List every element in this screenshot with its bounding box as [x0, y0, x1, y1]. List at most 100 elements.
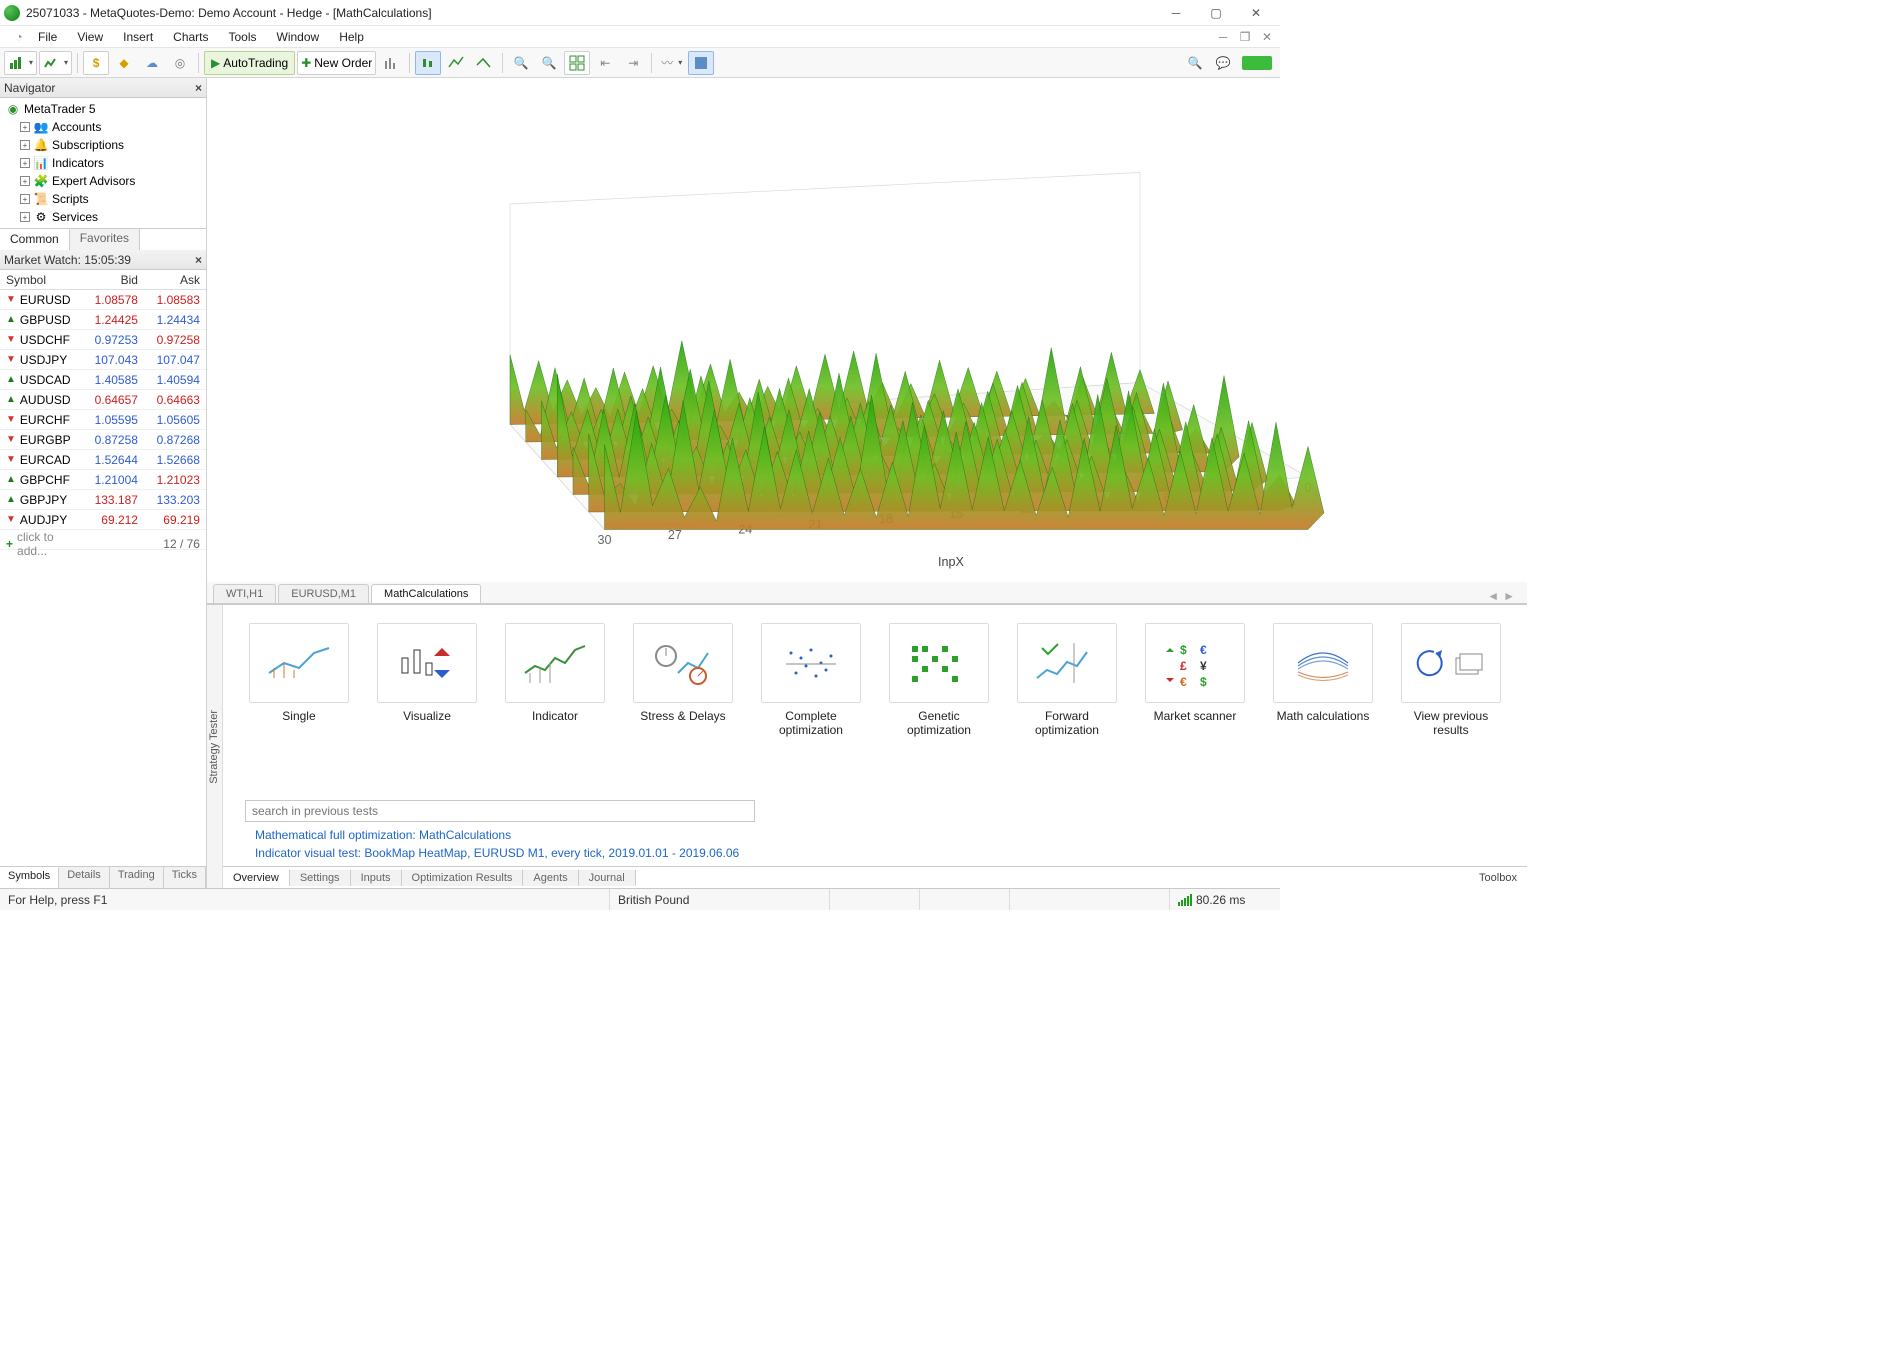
shift-end-button[interactable]: ⇥	[620, 51, 646, 75]
mw-add-row[interactable]: +click to add... 12 / 76	[0, 530, 206, 550]
chart-type-line-button[interactable]	[443, 51, 469, 75]
expand-icon[interactable]: +	[20, 194, 30, 204]
tester-tab-inputs[interactable]: Inputs	[351, 870, 402, 886]
tile-forward-optimization[interactable]: Forward optimization	[1013, 623, 1121, 739]
new-order-button[interactable]: ✚ New Order	[297, 51, 376, 75]
tile-math-calculations[interactable]: Math calculations	[1269, 623, 1377, 739]
mw-row-usdjpy[interactable]: ▼USDJPY107.043107.047	[0, 350, 206, 370]
menu-window[interactable]: Window	[267, 28, 330, 46]
minimize-button[interactable]: ─	[1156, 1, 1196, 25]
mdi-restore-icon[interactable]: ❐	[1238, 30, 1252, 44]
tester-tab-results[interactable]: Optimization Results	[402, 870, 524, 886]
menu-view[interactable]: View	[67, 28, 113, 46]
mw-row-eurchf[interactable]: ▼EURCHF1.055951.05605	[0, 410, 206, 430]
tile-genetic-optimization[interactable]: Genetic optimization	[885, 623, 993, 739]
tester-link-2[interactable]: Indicator visual test: BookMap HeatMap, …	[255, 846, 1505, 860]
mw-row-gbpjpy[interactable]: ▲GBPJPY133.187133.203	[0, 490, 206, 510]
zoom-out-button[interactable]: 🔍	[536, 51, 562, 75]
nav-item-scripts[interactable]: +📜Scripts	[2, 190, 206, 208]
mw-tab-details[interactable]: Details	[59, 867, 110, 888]
maximize-button[interactable]: ▢	[1196, 1, 1236, 25]
nav-item-accounts[interactable]: +👥Accounts	[2, 118, 206, 136]
mw-row-audjpy[interactable]: ▼AUDJPY69.21269.219	[0, 510, 206, 530]
tester-link-1[interactable]: Mathematical full optimization: MathCalc…	[255, 828, 1505, 842]
tile-visualize[interactable]: Visualize	[373, 623, 481, 739]
mw-row-audusd[interactable]: ▲AUDUSD0.646570.64663	[0, 390, 206, 410]
expand-icon[interactable]: +	[20, 176, 30, 186]
mw-row-eurgbp[interactable]: ▼EURGBP0.872580.87268	[0, 430, 206, 450]
mdi-close-icon[interactable]: ✕	[1260, 30, 1274, 44]
chart-type-line2-button[interactable]	[471, 51, 497, 75]
expand-icon[interactable]: +	[20, 140, 30, 150]
data-window-button[interactable]: ◆	[111, 51, 137, 75]
chart-tab-next-icon[interactable]: ►	[1503, 589, 1515, 603]
search-button[interactable]: 🔍	[1182, 51, 1208, 75]
mw-row-usdcad[interactable]: ▲USDCAD1.405851.40594	[0, 370, 206, 390]
chart-tab-prev-icon[interactable]: ◄	[1487, 589, 1499, 603]
expand-icon[interactable]: +	[20, 212, 30, 222]
tester-tab-overview[interactable]: Overview	[223, 869, 290, 886]
mw-row-eurusd[interactable]: ▼EURUSD1.085781.08583	[0, 290, 206, 310]
mw-tab-ticks[interactable]: Ticks	[164, 867, 206, 888]
nav-tab-common[interactable]: Common	[0, 229, 70, 250]
tile-stress-delays[interactable]: Stress & Delays	[629, 623, 737, 739]
nav-tab-favorites[interactable]: Favorites	[70, 229, 140, 250]
chart-tab-eurusd[interactable]: EURUSD,M1	[278, 584, 369, 603]
templates-button[interactable]	[688, 51, 714, 75]
nav-item-expert-advisors[interactable]: +🧩Expert Advisors	[2, 172, 206, 190]
menu-insert[interactable]: Insert	[113, 28, 163, 46]
status-empty1	[830, 889, 920, 910]
close-button[interactable]: ✕	[1236, 1, 1276, 25]
tester-tab-journal[interactable]: Journal	[579, 870, 636, 886]
menu-charts[interactable]: Charts	[163, 28, 218, 46]
mw-tab-trading[interactable]: Trading	[110, 867, 164, 888]
tile-indicator[interactable]: Indicator	[501, 623, 609, 739]
tile-windows-button[interactable]	[564, 51, 590, 75]
mw-row-gbpusd[interactable]: ▲GBPUSD1.244251.24434	[0, 310, 206, 330]
zoom-in-button[interactable]: 🔍	[508, 51, 534, 75]
mdi-minimize-icon[interactable]: ─	[1216, 30, 1230, 44]
tester-side-label[interactable]: Strategy Tester	[207, 605, 223, 888]
shift-button[interactable]: ⇤	[592, 51, 618, 75]
terminal-button[interactable]: ☁	[139, 51, 165, 75]
chat-button[interactable]: 💬	[1210, 51, 1236, 75]
tile-view-previous-results[interactable]: View previous results	[1397, 623, 1505, 739]
tester-tab-agents[interactable]: Agents	[523, 870, 578, 886]
tile-market-scanner[interactable]: $€£¥€$Market scanner	[1141, 623, 1249, 739]
tile-complete-optimization[interactable]: Complete optimization	[757, 623, 865, 739]
menu-file[interactable]: File	[28, 28, 67, 46]
menu-help[interactable]: Help	[329, 28, 374, 46]
nav-item-subscriptions[interactable]: +🔔Subscriptions	[2, 136, 206, 154]
chart-tab-wti[interactable]: WTI,H1	[213, 584, 276, 603]
expand-icon[interactable]: +	[20, 158, 30, 168]
tester-tab-settings[interactable]: Settings	[290, 870, 351, 886]
navigator-close-icon[interactable]: ×	[195, 81, 202, 95]
market-depth-button[interactable]: $	[83, 51, 109, 75]
mw-tab-symbols[interactable]: Symbols	[0, 867, 59, 888]
grid-icon	[569, 55, 585, 71]
chart-type-candle-button[interactable]	[415, 51, 441, 75]
nav-icon: ⚙	[34, 210, 48, 224]
expand-icon[interactable]: +	[20, 122, 30, 132]
toolbox-label[interactable]: Toolbox	[1479, 872, 1527, 884]
new-chart-button[interactable]	[4, 51, 37, 75]
svg-text:€: €	[1200, 643, 1207, 657]
mw-row-usdchf[interactable]: ▼USDCHF0.972530.97258	[0, 330, 206, 350]
mw-row-gbpchf[interactable]: ▲GBPCHF1.210041.21023	[0, 470, 206, 490]
chart-area[interactable]: 302724211815129630 InpX	[207, 78, 1527, 582]
signals-button[interactable]: ◎	[167, 51, 193, 75]
auto-trading-button[interactable]: ▶ AutoTrading	[204, 51, 295, 75]
nav-item-services[interactable]: +⚙Services	[2, 208, 206, 226]
nav-root[interactable]: ◉ MetaTrader 5	[2, 100, 206, 118]
mw-row-eurcad[interactable]: ▼EURCAD1.526441.52668	[0, 450, 206, 470]
chart-tab-math[interactable]: MathCalculations	[371, 584, 481, 603]
tile-single[interactable]: Single	[245, 623, 353, 739]
chart-type-bar-button[interactable]	[378, 51, 404, 75]
connection-indicator[interactable]	[1238, 51, 1276, 75]
tester-search-input[interactable]	[245, 800, 755, 822]
nav-item-indicators[interactable]: +📊Indicators	[2, 154, 206, 172]
indicators-button[interactable]: 〰	[657, 51, 686, 75]
menu-tools[interactable]: Tools	[219, 28, 267, 46]
market-watch-close-icon[interactable]: ×	[195, 253, 202, 267]
profiles-button[interactable]	[39, 51, 72, 75]
